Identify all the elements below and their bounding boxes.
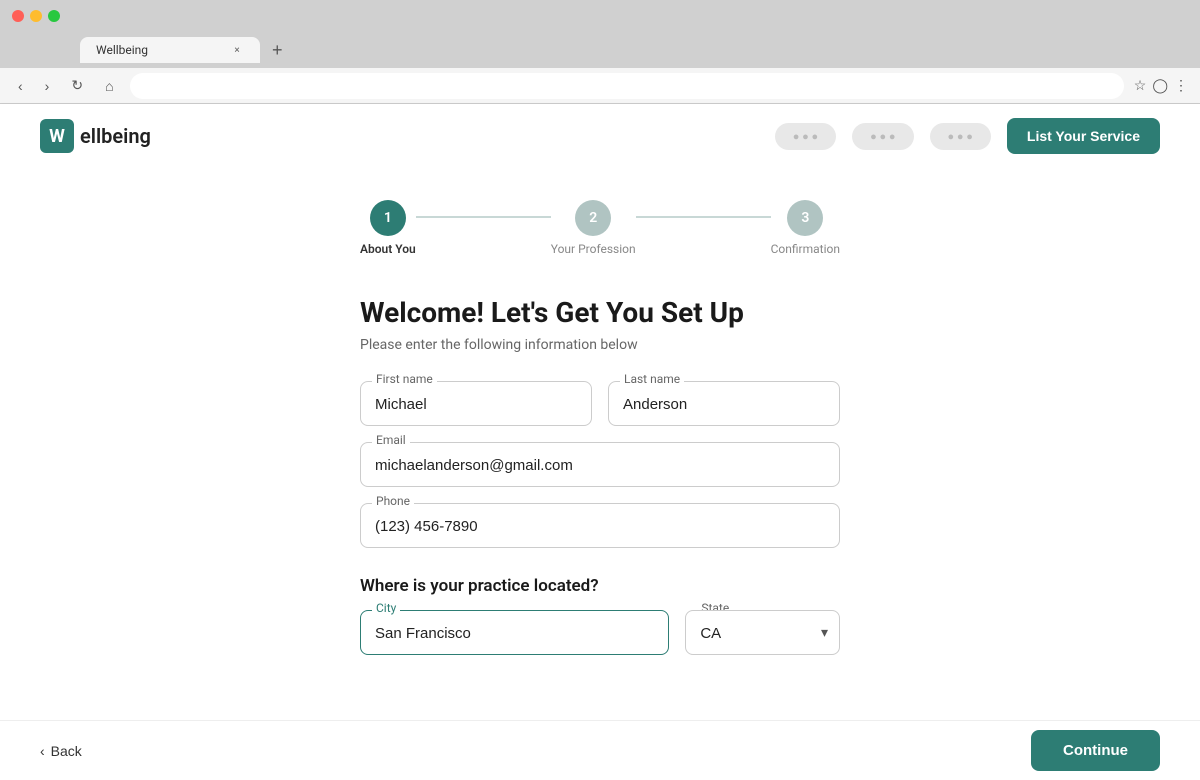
list-service-button[interactable]: List Your Service [1007,118,1160,154]
phone-label: Phone [372,494,414,508]
tab-close-button[interactable]: × [230,43,244,57]
traffic-lights [12,10,60,22]
city-label: City [372,601,400,615]
first-name-input[interactable] [360,381,592,426]
stepper: 1 About You 2 Your Profession 3 Confi [360,200,840,256]
step-1: 1 About You [360,200,416,256]
address-bar: ‹ › ↻ ⌂ ☆ ◯ ⋮ [0,68,1200,104]
tab-bar: Wellbeing × + [0,32,1200,68]
location-section: Where is your practice located? City Sta… [360,576,840,655]
city-input[interactable] [360,610,669,655]
form-heading: Welcome! Let's Get You Set Up [360,296,840,329]
back-nav-button[interactable]: ‹ [12,76,29,96]
minimize-window-button[interactable] [30,10,42,22]
main-content: 1 About You 2 Your Profession 3 Confi [0,168,1200,780]
forward-nav-button[interactable]: › [39,76,56,96]
maximize-window-button[interactable] [48,10,60,22]
logo: W ellbeing [40,119,151,153]
step-2-label: Your Profession [551,242,636,256]
step-3-circle: 3 [787,200,823,236]
state-group: State CA AL AK AZ AR CO CT DE [685,610,840,655]
profile-icon[interactable]: ◯ [1152,78,1168,94]
tab-title: Wellbeing [96,43,148,57]
step-2: 2 Your Profession [551,200,636,256]
email-row: Email [360,442,840,487]
step-1-label: About You [360,242,416,256]
first-name-label: First name [372,372,437,386]
back-button[interactable]: ‹ Back [40,743,82,759]
browser-titlebar [0,0,1200,32]
logo-text: ellbeing [80,124,151,148]
location-row: City State CA AL AK AZ AR CO [360,610,840,655]
nav-links: ● ● ● ● ● ● ● ● ● List Your Service [775,118,1160,154]
location-question: Where is your practice located? [360,576,840,596]
back-label: Back [51,743,82,759]
address-input[interactable] [130,73,1124,99]
step-2-circle: 2 [575,200,611,236]
back-arrow-icon: ‹ [40,743,45,759]
page: W ellbeing ● ● ● ● ● ● ● ● ● List Your S… [0,104,1200,780]
footer: ‹ Back Continue [0,720,1200,780]
browser-actions: ☆ ◯ ⋮ [1134,78,1188,94]
phone-row: Phone [360,503,840,548]
menu-icon[interactable]: ⋮ [1174,78,1188,94]
bookmark-icon[interactable]: ☆ [1134,78,1147,94]
new-tab-button[interactable]: + [264,40,291,61]
nav-link-3[interactable]: ● ● ● [930,123,991,150]
continue-button[interactable]: Continue [1031,730,1160,771]
last-name-label: Last name [620,372,684,386]
logo-letter: W [49,126,65,147]
name-row: First name Last name [360,381,840,426]
phone-input[interactable] [360,503,840,548]
step-connector-2 [636,216,771,218]
email-label: Email [372,433,410,447]
last-name-group: Last name [608,381,840,426]
step-1-circle: 1 [370,200,406,236]
state-select-wrapper: CA AL AK AZ AR CO CT DE FL GA HI [685,610,840,655]
phone-group: Phone [360,503,840,548]
nav-link-2[interactable]: ● ● ● [852,123,913,150]
navbar: W ellbeing ● ● ● ● ● ● ● ● ● List Your S… [0,104,1200,168]
first-name-group: First name [360,381,592,426]
email-group: Email [360,442,840,487]
form-container: 1 About You 2 Your Profession 3 Confi [340,168,860,755]
nav-link-1[interactable]: ● ● ● [775,123,836,150]
home-button[interactable]: ⌂ [99,76,119,96]
step-3: 3 Confirmation [771,200,840,256]
step-3-label: Confirmation [771,242,840,256]
state-select[interactable]: CA AL AK AZ AR CO CT DE FL GA HI [685,610,840,655]
step-connector-1 [416,216,551,218]
browser-tab[interactable]: Wellbeing × [80,37,260,63]
close-window-button[interactable] [12,10,24,22]
city-group: City [360,610,669,655]
form-subheading: Please enter the following information b… [360,337,840,353]
email-input[interactable] [360,442,840,487]
last-name-input[interactable] [608,381,840,426]
logo-icon: W [40,119,74,153]
reload-button[interactable]: ↻ [65,75,89,96]
